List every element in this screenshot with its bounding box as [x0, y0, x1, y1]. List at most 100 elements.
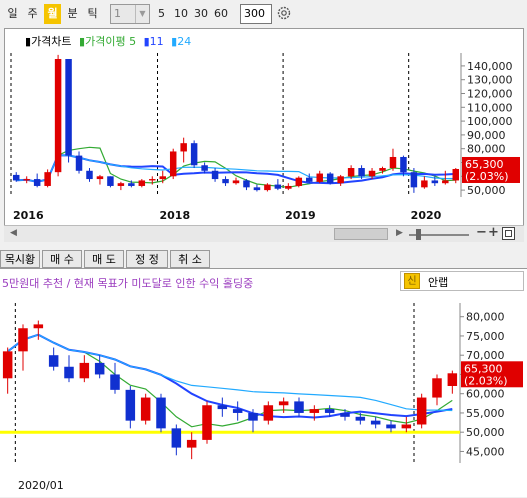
- tab-cancel[interactable]: 취 소: [170, 250, 210, 268]
- candle-body: [431, 180, 439, 184]
- candle-body: [278, 401, 289, 406]
- tab-market[interactable]: 목시황: [0, 250, 40, 268]
- candle-body: [421, 180, 428, 188]
- candle-body: [138, 180, 146, 186]
- y-tick-label: 50,000: [467, 184, 506, 197]
- y-tick-label: 140,000: [467, 60, 513, 73]
- candle-body: [379, 168, 386, 171]
- interval-60-button[interactable]: 60: [214, 4, 228, 24]
- candle-body: [94, 362, 105, 375]
- ma24-line: [7, 334, 453, 412]
- candle-body: [306, 177, 313, 182]
- scroll-left-icon[interactable]: ◀: [10, 228, 17, 238]
- candle-body: [285, 185, 292, 189]
- y-tick-label: 50,000: [466, 426, 505, 439]
- interval-10-button[interactable]: 10: [174, 4, 188, 24]
- recommendation-panel: 5만원대 추천 / 현재 목표가 미도달로 인한 수익 홀딩중 신 안랩 80,…: [0, 268, 527, 497]
- candle-body: [248, 412, 258, 421]
- candle-body: [368, 170, 376, 177]
- candle-body: [54, 59, 62, 173]
- interval-combo[interactable]: 1 ▼: [110, 4, 150, 24]
- monthly-price-chart: ▮가격차트 ▮가격이평 5 ▮11 ▮24 140,000 130,000 120,…: [4, 28, 524, 242]
- candle-body: [401, 424, 412, 429]
- candle-body: [190, 143, 198, 166]
- interval-30-button[interactable]: 30: [194, 4, 208, 24]
- tab-buy[interactable]: 매 수: [42, 250, 82, 268]
- candle-body: [180, 143, 187, 152]
- zoom-in-icon[interactable]: +: [488, 225, 499, 240]
- scroll-thumb[interactable]: [334, 228, 388, 240]
- candle-body: [44, 172, 51, 186]
- zoom-slider-handle[interactable]: [416, 229, 421, 240]
- candle-body: [33, 179, 41, 186]
- scroll-right-icon[interactable]: ▶: [396, 228, 403, 238]
- x-tick-label: 2020: [411, 209, 442, 222]
- new-badge: 신: [404, 273, 420, 289]
- tab-modify[interactable]: 정 정: [126, 250, 168, 268]
- candle-body: [86, 170, 93, 180]
- candle-body: [169, 151, 177, 177]
- candle-body: [232, 409, 243, 413]
- chart-scrollbar[interactable]: ◀ ▶ − +: [4, 225, 524, 242]
- candle-body: [33, 324, 44, 329]
- candle-body: [156, 397, 166, 429]
- candle-body: [432, 378, 442, 398]
- candle-body: [442, 180, 449, 184]
- candle-body: [117, 183, 125, 186]
- candle-body: [140, 397, 151, 421]
- candle-body: [79, 362, 90, 379]
- stock-name[interactable]: 안랩: [428, 274, 448, 290]
- fit-window-icon[interactable]: [502, 227, 515, 240]
- candle-body: [370, 420, 381, 425]
- candle-body: [186, 439, 197, 448]
- candle-body: [452, 168, 460, 181]
- candle-body: [389, 156, 397, 169]
- candle-body: [416, 397, 427, 425]
- y-tick-label: 120,000: [467, 88, 513, 101]
- candle-body: [96, 176, 104, 180]
- candle-body: [222, 179, 229, 184]
- gear-icon[interactable]: [276, 5, 292, 21]
- candle-body: [65, 59, 72, 156]
- candle-body: [386, 424, 396, 429]
- x-tick-label: 2016: [13, 209, 44, 222]
- y-tick-label: 130,000: [467, 74, 513, 87]
- candle-body: [171, 428, 182, 448]
- y-tick-label: 55,000: [466, 407, 505, 420]
- interval-combo-value: 1: [114, 7, 121, 20]
- candle-body: [23, 179, 30, 181]
- y-tick-label: 80,000: [466, 311, 505, 324]
- current-change-label: (2.03%): [464, 374, 508, 387]
- y-tick-label: 80,000: [467, 143, 506, 156]
- recommendation-headline: 5만원대 추천 / 현재 목표가 미도달로 인한 수익 홀딩중: [2, 277, 254, 290]
- candle-body: [211, 170, 219, 180]
- candle-body: [355, 416, 366, 421]
- candle-body: [12, 174, 20, 181]
- candle-body: [75, 155, 83, 171]
- period-minute-button[interactable]: 분: [64, 4, 81, 24]
- period-week-button[interactable]: 주: [24, 4, 41, 24]
- y-tick-label: 100,000: [467, 115, 513, 128]
- x-tick-label: 2018: [160, 209, 191, 222]
- candle-body: [326, 173, 334, 184]
- candle-body: [295, 177, 303, 186]
- tab-sell[interactable]: 매 도: [84, 250, 124, 268]
- period-month-button[interactable]: 월: [44, 4, 61, 24]
- y-tick-label: 75,000: [466, 330, 505, 343]
- y-tick-label: 60,000: [466, 388, 505, 401]
- period-day-button[interactable]: 일: [4, 4, 21, 24]
- candle-body: [159, 176, 166, 180]
- zoom-out-icon[interactable]: −: [476, 225, 487, 240]
- candle-body: [316, 173, 323, 182]
- period-tick-button[interactable]: 틱: [84, 4, 101, 24]
- y-tick-label: 45,000: [466, 445, 505, 458]
- candle-body: [358, 168, 365, 177]
- candle-body: [125, 389, 136, 421]
- candle-count-input[interactable]: 300: [240, 4, 272, 24]
- interval-5-button[interactable]: 5: [158, 4, 165, 24]
- candle-body: [64, 366, 74, 379]
- chevron-down-icon[interactable]: ▼: [135, 5, 149, 23]
- candle-body: [294, 401, 304, 413]
- candle-body: [264, 184, 271, 191]
- y-tick-label: 110,000: [467, 101, 513, 114]
